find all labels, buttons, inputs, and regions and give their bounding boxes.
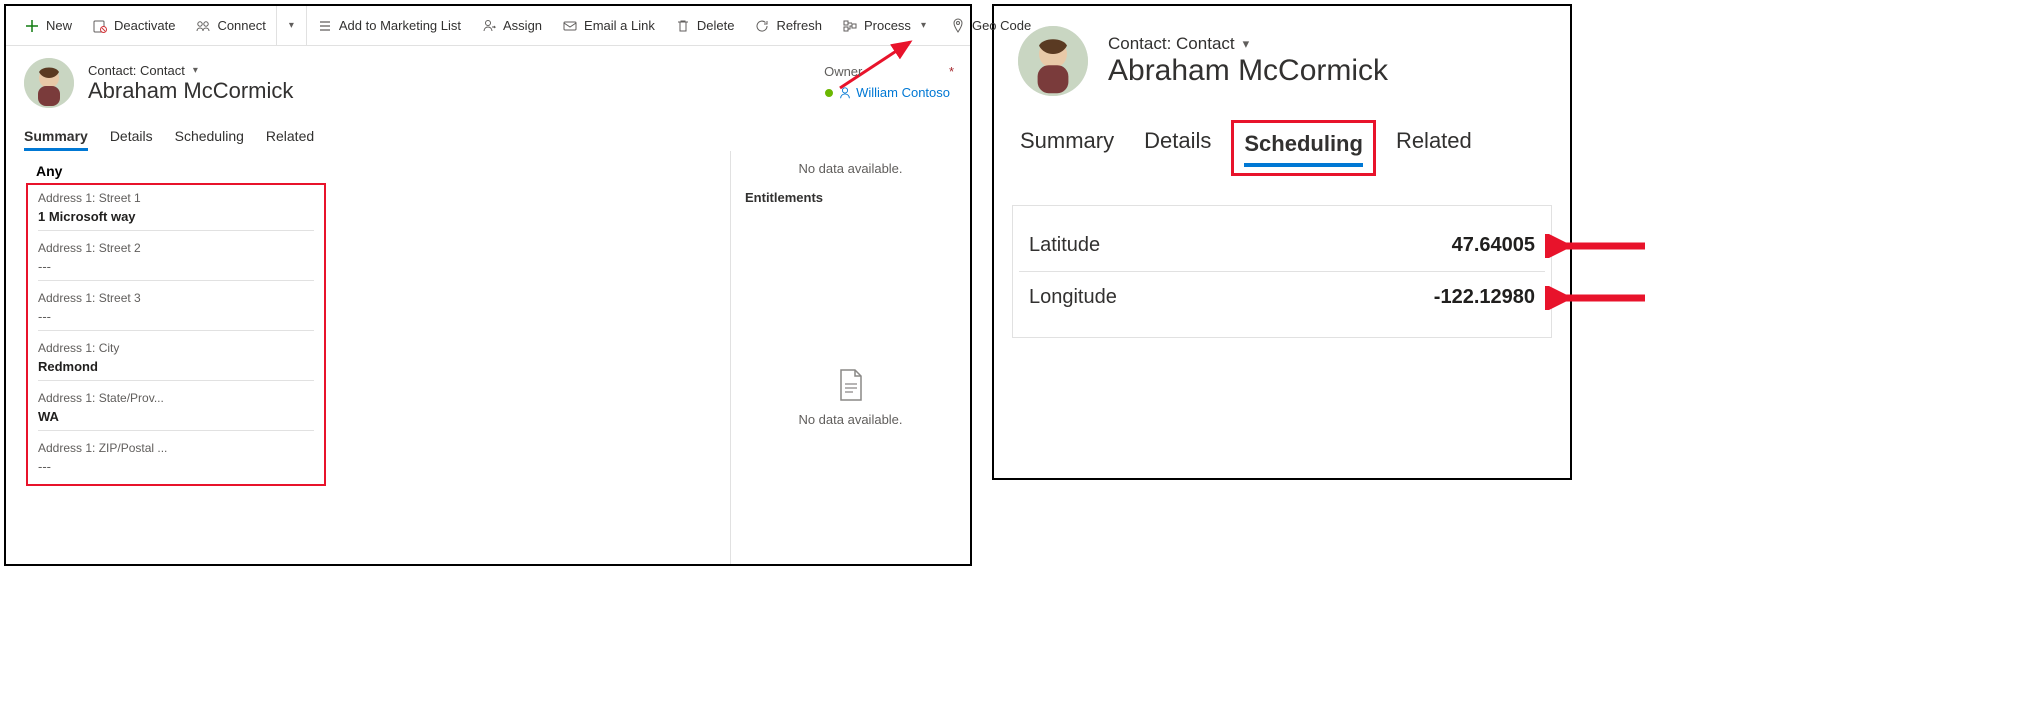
- chevron-down-icon: ▾: [285, 20, 298, 31]
- email-link-label: Email a Link: [584, 18, 655, 33]
- field-value: ---: [38, 255, 314, 281]
- owner-label: Owner: [824, 64, 862, 79]
- main-column: Any Address 1: Street 1 1 Microsoft way …: [6, 151, 730, 564]
- new-button[interactable]: New: [14, 6, 82, 45]
- field-label: Address 1: State/Prov...: [38, 391, 314, 405]
- section-title: Any: [26, 159, 722, 183]
- pin-icon: [950, 18, 966, 34]
- left-panel: New Deactivate Connect ▾ Add to Marketin…: [4, 4, 972, 566]
- deactivate-icon: [92, 18, 108, 34]
- tabs: Summary Details Scheduling Related: [6, 114, 970, 151]
- field-value: 1 Microsoft way: [38, 205, 314, 231]
- annotation-highlight: Scheduling: [1231, 120, 1376, 176]
- tab-related[interactable]: Related: [1396, 122, 1472, 166]
- field-zip[interactable]: Address 1: ZIP/Postal ... ---: [28, 435, 324, 484]
- process-icon: [842, 18, 858, 34]
- email-icon: [562, 18, 578, 34]
- entity-label: Contact: Contact: [88, 63, 185, 78]
- field-label: Address 1: Street 2: [38, 241, 314, 255]
- person-icon: [838, 86, 852, 100]
- field-value: WA: [38, 405, 314, 431]
- right-panel: Contact: Contact ▾ Abraham McCormick Sum…: [992, 4, 1572, 480]
- field-value: ---: [38, 455, 314, 480]
- entity-label: Contact: Contact: [1108, 34, 1235, 54]
- owner-value: William Contoso: [856, 85, 950, 100]
- chevron-down-icon: ▾: [1239, 36, 1254, 52]
- tab-details[interactable]: Details: [110, 122, 153, 150]
- record-title: Abraham McCormick: [88, 78, 293, 104]
- field-state[interactable]: Address 1: State/Prov... WA: [28, 385, 324, 435]
- field-value: Redmond: [38, 355, 314, 381]
- required-indicator: *: [949, 64, 954, 79]
- field-value: 47.64005: [1452, 234, 1535, 257]
- entity-breadcrumb[interactable]: Contact: Contact ▾: [88, 63, 293, 78]
- trash-icon: [675, 18, 691, 34]
- deactivate-label: Deactivate: [114, 18, 175, 33]
- record-header: Contact: Contact ▾ Abraham McCormick Own…: [6, 46, 970, 114]
- longitude-row[interactable]: Longitude -122.12980: [1019, 272, 1545, 323]
- field-street2[interactable]: Address 1: Street 2 ---: [28, 235, 324, 285]
- connect-icon: [195, 18, 211, 34]
- field-city[interactable]: Address 1: City Redmond: [28, 335, 324, 385]
- scheduling-card: Latitude 47.64005 Longitude -122.12980: [1012, 205, 1552, 338]
- record-header: Contact: Contact ▾ Abraham McCormick: [994, 6, 1570, 102]
- form-body: Any Address 1: Street 1 1 Microsoft way …: [6, 151, 970, 564]
- avatar: [24, 58, 74, 108]
- connect-dropdown[interactable]: ▾: [276, 6, 307, 45]
- command-bar: New Deactivate Connect ▾ Add to Marketin…: [6, 6, 970, 46]
- connect-label: Connect: [217, 18, 265, 33]
- chevron-down-icon: ▾: [189, 65, 202, 76]
- tab-scheduling[interactable]: Scheduling: [1244, 125, 1363, 163]
- tab-summary[interactable]: Summary: [1020, 122, 1114, 166]
- list-icon: [317, 18, 333, 34]
- field-street1[interactable]: Address 1: Street 1 1 Microsoft way: [28, 185, 324, 235]
- entitlements-empty: No data available.: [745, 241, 956, 554]
- entitlements-title: Entitlements: [745, 190, 956, 205]
- field-label: Address 1: Street 3: [38, 291, 314, 305]
- tab-summary[interactable]: Summary: [24, 122, 88, 150]
- presence-icon: [824, 88, 834, 98]
- add-marketing-button[interactable]: Add to Marketing List: [307, 6, 471, 45]
- connect-button[interactable]: Connect: [185, 6, 275, 45]
- field-label: Latitude: [1029, 234, 1100, 257]
- owner-field[interactable]: Owner * William Contoso: [824, 64, 950, 100]
- chevron-down-icon: ▾: [917, 20, 930, 31]
- field-street3[interactable]: Address 1: Street 3 ---: [28, 285, 324, 335]
- document-icon: [837, 368, 865, 402]
- annotation-arrow-icon: [1545, 286, 1655, 310]
- refresh-button[interactable]: Refresh: [744, 6, 832, 45]
- field-label: Address 1: ZIP/Postal ...: [38, 441, 314, 455]
- no-data-text: No data available.: [798, 412, 902, 427]
- address-fields-box: Address 1: Street 1 1 Microsoft way Addr…: [26, 183, 326, 486]
- email-link-button[interactable]: Email a Link: [552, 6, 665, 45]
- field-value: -122.12980: [1434, 286, 1535, 309]
- field-value: ---: [38, 305, 314, 331]
- no-data-text: No data available.: [745, 161, 956, 176]
- field-label: Address 1: City: [38, 341, 314, 355]
- add-marketing-label: Add to Marketing List: [339, 18, 461, 33]
- assign-button[interactable]: Assign: [471, 6, 552, 45]
- deactivate-button[interactable]: Deactivate: [82, 6, 185, 45]
- field-label: Longitude: [1029, 286, 1117, 309]
- refresh-icon: [754, 18, 770, 34]
- tab-scheduling[interactable]: Scheduling: [175, 122, 244, 150]
- avatar: [1018, 26, 1088, 96]
- field-label: Address 1: Street 1: [38, 191, 314, 205]
- refresh-label: Refresh: [776, 18, 822, 33]
- assign-label: Assign: [503, 18, 542, 33]
- tab-details[interactable]: Details: [1144, 122, 1211, 166]
- entity-breadcrumb[interactable]: Contact: Contact ▾: [1108, 34, 1388, 54]
- annotation-arrow-icon: [1545, 234, 1655, 258]
- tab-related[interactable]: Related: [266, 122, 314, 150]
- process-label: Process: [864, 18, 911, 33]
- new-label: New: [46, 18, 72, 33]
- assign-icon: [481, 18, 497, 34]
- side-column: No data available. Entitlements No data …: [730, 151, 970, 564]
- delete-button[interactable]: Delete: [665, 6, 745, 45]
- tabs: Summary Details Scheduling Related: [1012, 102, 1552, 175]
- delete-label: Delete: [697, 18, 735, 33]
- plus-icon: [24, 18, 40, 34]
- latitude-row[interactable]: Latitude 47.64005: [1019, 220, 1545, 272]
- record-title: Abraham McCormick: [1108, 54, 1388, 88]
